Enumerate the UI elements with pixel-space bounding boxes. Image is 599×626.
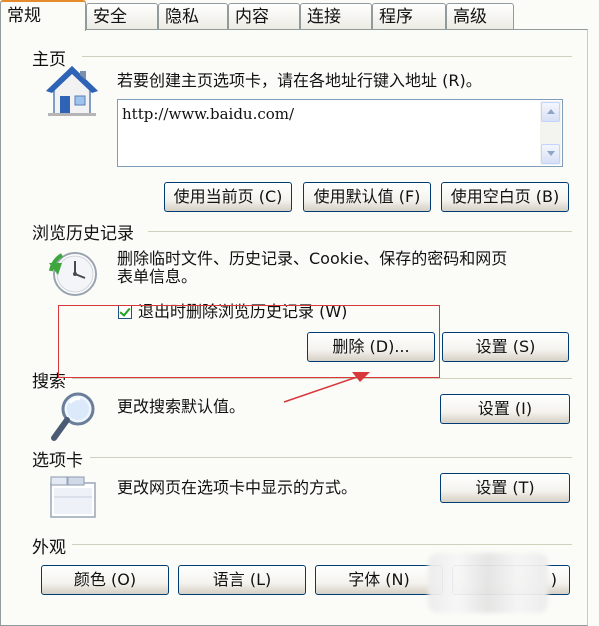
tab-content[interactable]: 内容 (228, 3, 300, 29)
scroll-up-arrow-icon[interactable] (541, 102, 560, 122)
tab-general[interactable]: 常规 (0, 0, 86, 31)
search-settings-button[interactable]: 设置 (I) (440, 394, 570, 424)
tabs-section-header: 选项卡 (32, 446, 89, 471)
history-divider (148, 231, 572, 232)
home-url-text: http://www.baidu.com/ (122, 105, 295, 123)
url-scrollbar[interactable] (540, 101, 561, 165)
tabs-divider (90, 457, 572, 458)
use-current-button[interactable]: 使用当前页 (C) (164, 182, 292, 212)
tab-connections[interactable]: 连接 (300, 3, 372, 29)
languages-button[interactable]: 语言 (L) (178, 565, 306, 595)
use-default-button[interactable]: 使用默认值 (F) (303, 182, 431, 212)
use-blank-button[interactable]: 使用空白页 (B) (441, 182, 569, 212)
annotation-highlight-box (58, 305, 440, 378)
search-magnifier-icon (51, 392, 95, 441)
annotation-arrow-icon (283, 372, 370, 403)
home-divider (82, 56, 572, 57)
tab-strip: 常规 安全 隐私 内容 连接 程序 高级 (0, 0, 599, 31)
home-url-textarea[interactable]: http://www.baidu.com/ (117, 99, 563, 167)
internet-options-dialog: 常规 安全 隐私 内容 连接 程序 高级 主页 若要创建主页选项卡，请在各地址行… (0, 0, 599, 626)
history-section-header: 浏览历史记录 (32, 219, 140, 244)
history-description-line1: 删除临时文件、历史记录、Cookie、保存的密码和网页 (117, 249, 508, 268)
history-description-line2: 表单信息。 (117, 267, 198, 286)
tab-privacy[interactable]: 隐私 (158, 3, 228, 29)
appearance-section-header: 外观 (32, 533, 72, 558)
colors-button[interactable]: 颜色 (O) (41, 565, 169, 595)
scroll-down-arrow-icon[interactable] (541, 144, 560, 164)
tab-advanced[interactable]: 高级 (446, 3, 514, 29)
watermark-blur (428, 553, 548, 613)
tabbed-window-icon (50, 476, 96, 518)
search-description: 更改搜索默认值。 (117, 397, 246, 416)
tabs-description: 更改网页在选项卡中显示的方式。 (117, 478, 358, 497)
history-clock-icon (49, 252, 97, 296)
fonts-button[interactable]: 字体 (N) (315, 565, 443, 595)
tab-security[interactable]: 安全 (86, 3, 158, 29)
appearance-divider (72, 544, 572, 545)
home-description: 若要创建主页选项卡，请在各地址行键入地址 (R)。 (117, 71, 482, 90)
tab-programs[interactable]: 程序 (372, 3, 446, 29)
home-icon (46, 65, 98, 116)
history-settings-button[interactable]: 设置 (S) (442, 332, 569, 362)
tabs-settings-button[interactable]: 设置 (T) (440, 473, 570, 503)
